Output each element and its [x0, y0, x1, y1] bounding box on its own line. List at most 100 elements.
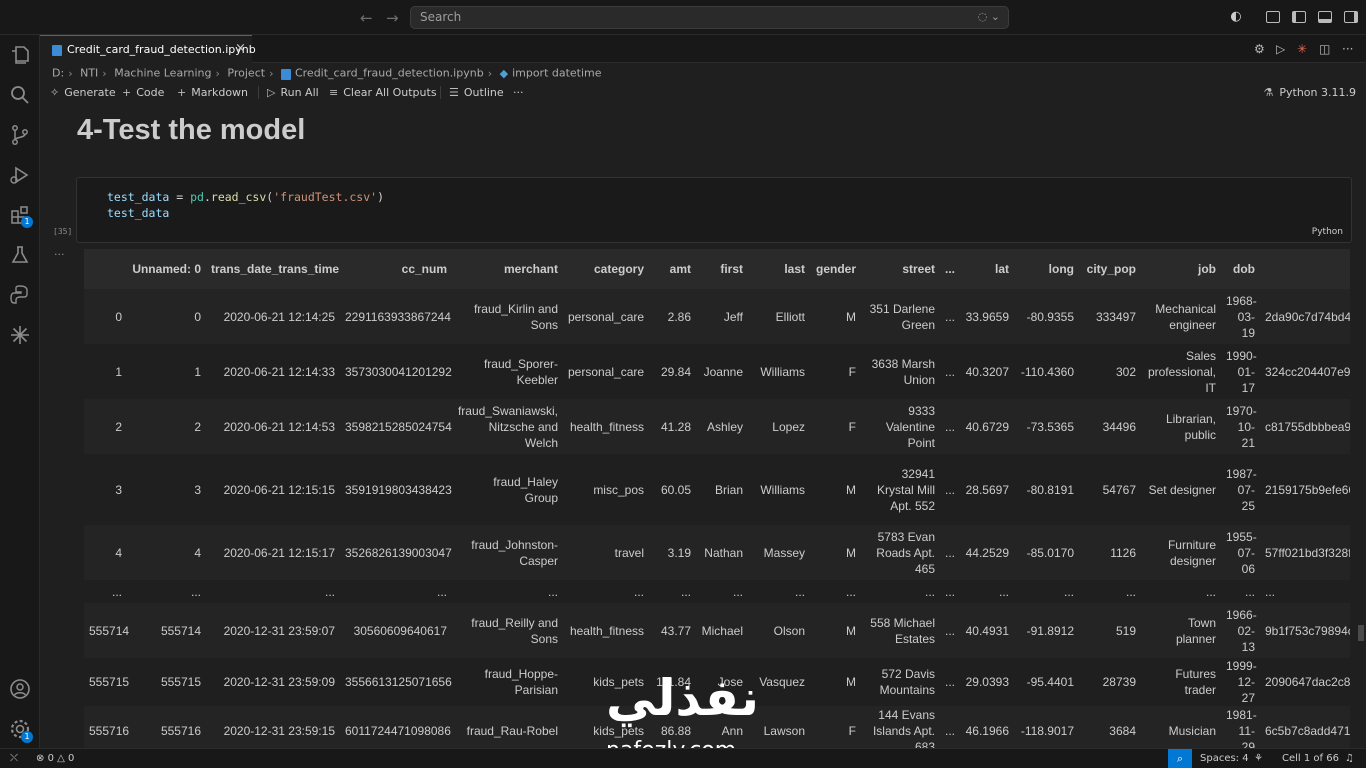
- python-icon[interactable]: [8, 283, 32, 307]
- breadcrumb-item[interactable]: Project: [227, 67, 265, 80]
- back-arrow-icon[interactable]: ←: [360, 9, 373, 27]
- close-tab-icon[interactable]: ×: [235, 41, 246, 56]
- table-cell: -91.8912: [1014, 603, 1079, 658]
- toggle-secondary-sidebar-icon[interactable]: [1343, 9, 1359, 25]
- customize-layout-icon[interactable]: [1265, 9, 1281, 25]
- table-cell: Jeff: [696, 289, 748, 344]
- jupyter-status-icon[interactable]: ⚘: [1254, 753, 1263, 764]
- tab-label: Credit_card_fraud_detection.ipynb: [67, 43, 256, 56]
- notifications-bell-icon[interactable]: ♫: [1345, 753, 1354, 764]
- table-cell: 3.19: [649, 525, 696, 580]
- table-cell: M: [810, 525, 861, 580]
- more-toolbar-button[interactable]: ···: [513, 86, 524, 99]
- code-cell[interactable]: test_data = pd.read_csv('fraudTest.csv')…: [76, 177, 1352, 243]
- explorer-icon[interactable]: [8, 43, 32, 67]
- table-cell: ...: [452, 580, 563, 603]
- search-icon[interactable]: [8, 83, 32, 107]
- run-all-button[interactable]: ▷ Run All: [258, 86, 319, 99]
- table-row: 555716 555716 2020-12-31 23:59:15 601172447…: [84, 706, 1350, 748]
- table-body: 0 0 2020-06-21 12:14:25 2291163933867244 fra…: [84, 289, 1350, 748]
- table-cell: 33.9659: [957, 289, 1014, 344]
- table-cell: ...: [940, 580, 957, 603]
- table-cell: ...: [1260, 580, 1350, 603]
- breadcrumb-item[interactable]: import datetime: [512, 67, 601, 80]
- table-cell: M: [810, 658, 861, 706]
- table-cell: 333497: [1079, 289, 1141, 344]
- jupyter-sparkle-icon[interactable]: [8, 323, 32, 347]
- zoom-search-icon[interactable]: ⌕: [1168, 749, 1192, 768]
- run-all-label: Run All: [280, 86, 319, 99]
- forward-arrow-icon[interactable]: →: [386, 9, 399, 27]
- command-center-search[interactable]: Search ◌ ⌄: [410, 6, 1009, 29]
- breadcrumb-item[interactable]: Credit_card_fraud_detection.ipynb: [295, 67, 484, 80]
- jupyter-variables-icon[interactable]: ✳: [1297, 42, 1307, 56]
- table-cell: Sales professional, IT: [1141, 344, 1221, 399]
- search-label: Search: [420, 10, 462, 24]
- table-cell: -80.8191: [1014, 454, 1079, 525]
- table-cell: Ann: [696, 706, 748, 748]
- indentation-status[interactable]: Spaces: 4: [1200, 753, 1249, 764]
- table-cell: Furniture designer: [1141, 525, 1221, 580]
- table-cell: fraud_Hoppe-Parisian: [452, 658, 563, 706]
- generate-button[interactable]: ✧ Generate: [50, 86, 116, 99]
- run-play-icon[interactable]: ▷: [1276, 42, 1285, 56]
- output-menu-icon[interactable]: ···: [54, 248, 65, 261]
- add-markdown-cell-button[interactable]: + Markdown: [177, 86, 248, 99]
- code-line-2: test_data: [107, 206, 170, 220]
- table-cell: ...: [748, 580, 810, 603]
- table-cell: 44.2529: [957, 525, 1014, 580]
- status-bar: ⤬ ⊗ 0 △ 0 ⌕ Spaces: 4 ⚘ Cell 1 of 66 ♫: [0, 748, 1366, 768]
- problems-status[interactable]: ⊗ 0 △ 0: [36, 753, 74, 764]
- breadcrumb-item[interactable]: Machine Learning: [114, 67, 211, 80]
- add-code-cell-button[interactable]: + Code: [122, 86, 164, 99]
- breadcrumb: D: › NTI › Machine Learning › Project › Cred…: [52, 66, 602, 82]
- testing-flask-icon[interactable]: [8, 243, 32, 267]
- row-index: 4: [84, 525, 127, 580]
- code-line-1: test_data = pd.read_csv('fraudTest.csv'): [107, 190, 385, 204]
- column-header: ...: [940, 249, 957, 289]
- source-control-icon[interactable]: [8, 123, 32, 147]
- table-cell: fraud_Kirlin and Sons: [452, 289, 563, 344]
- remote-icon[interactable]: ⤬: [10, 753, 18, 764]
- column-header: category: [563, 249, 649, 289]
- column-header: trans_date_trans_time: [206, 249, 340, 289]
- split-editor-icon[interactable]: ◫: [1319, 42, 1330, 56]
- breadcrumb-separator-icon: ›: [102, 66, 107, 80]
- more-actions-icon[interactable]: ···: [1342, 42, 1353, 56]
- copilot-chat-icon[interactable]: ◌ ⌄: [978, 10, 1000, 23]
- table-cell: M: [810, 454, 861, 525]
- cell-language-label[interactable]: Python: [1312, 227, 1343, 237]
- table-cell: ...: [861, 580, 940, 603]
- table-cell: 351 Darlene Green: [861, 289, 940, 344]
- table-cell: fraud_Sporer-Keebler: [452, 344, 563, 399]
- table-cell: ...: [127, 580, 206, 603]
- outline-button[interactable]: ☰ Outline: [440, 86, 504, 99]
- title-bar: ← → Search ◌ ⌄ ◐: [0, 0, 1366, 35]
- column-header: cc_num: [340, 249, 452, 289]
- breadcrumb-item[interactable]: NTI: [80, 67, 98, 80]
- cell-position-status[interactable]: Cell 1 of 66: [1282, 753, 1339, 764]
- notebook-settings-gear-icon[interactable]: ⚙: [1254, 42, 1265, 56]
- copilot-icon[interactable]: ◐: [1228, 9, 1244, 25]
- tab-notebook[interactable]: Credit_card_fraud_detection.ipynb ×: [40, 35, 256, 63]
- vertical-scrollbar-thumb[interactable]: [1358, 625, 1364, 641]
- warnings-count: 0: [68, 753, 75, 764]
- breadcrumb-item[interactable]: D:: [52, 67, 64, 80]
- column-header: dob: [1221, 249, 1260, 289]
- toggle-panel-icon[interactable]: [1317, 9, 1333, 25]
- extensions-badge: 1: [21, 216, 33, 228]
- kernel-picker[interactable]: ⚗ Python 3.11.9: [1264, 86, 1357, 99]
- table-cell: 3573030041201292: [340, 344, 452, 399]
- run-debug-icon[interactable]: [8, 163, 32, 187]
- table-cell: 1970-10-21: [1221, 399, 1260, 454]
- table-cell: 30560609640617: [340, 603, 452, 658]
- kernel-label: Python 3.11.9: [1279, 86, 1356, 99]
- table-cell: 2.86: [649, 289, 696, 344]
- table-cell: 519: [1079, 603, 1141, 658]
- table-cell: Elliott: [748, 289, 810, 344]
- clear-all-outputs-button[interactable]: ≡ Clear All Outputs: [329, 86, 437, 99]
- accounts-icon[interactable]: [8, 677, 32, 701]
- toggle-primary-sidebar-icon[interactable]: [1291, 9, 1307, 25]
- table-row: 3 3 2020-06-21 12:15:15 3591919803438423 fra…: [84, 454, 1350, 525]
- column-header: lat: [957, 249, 1014, 289]
